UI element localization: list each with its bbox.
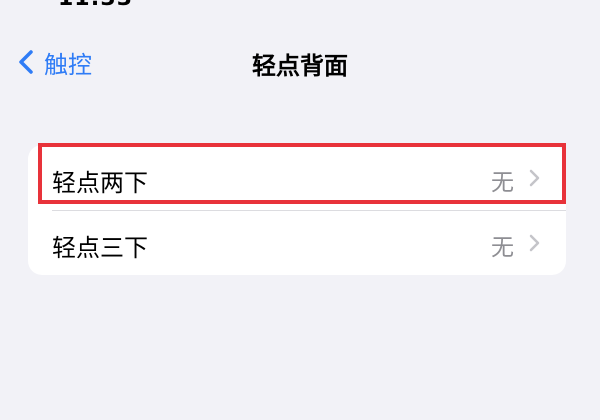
chevron-right-icon [529, 169, 540, 187]
chevron-right-icon [529, 234, 540, 252]
settings-row-triple-tap[interactable]: 轻点三下 无 [28, 210, 566, 275]
settings-group: 轻点两下 无 轻点三下 无 [28, 145, 566, 275]
row-value: 无 [491, 170, 514, 196]
navigation-bar: 触控 轻点背面 [0, 40, 600, 84]
settings-row-double-tap[interactable]: 轻点两下 无 [28, 145, 566, 210]
status-bar: 11:33 [0, 0, 600, 11]
status-time: 11:33 [58, 0, 133, 11]
page-title: 轻点背面 [252, 52, 348, 80]
row-value: 无 [491, 235, 514, 261]
row-label: 轻点三下 [52, 234, 148, 262]
row-label: 轻点两下 [52, 169, 148, 197]
